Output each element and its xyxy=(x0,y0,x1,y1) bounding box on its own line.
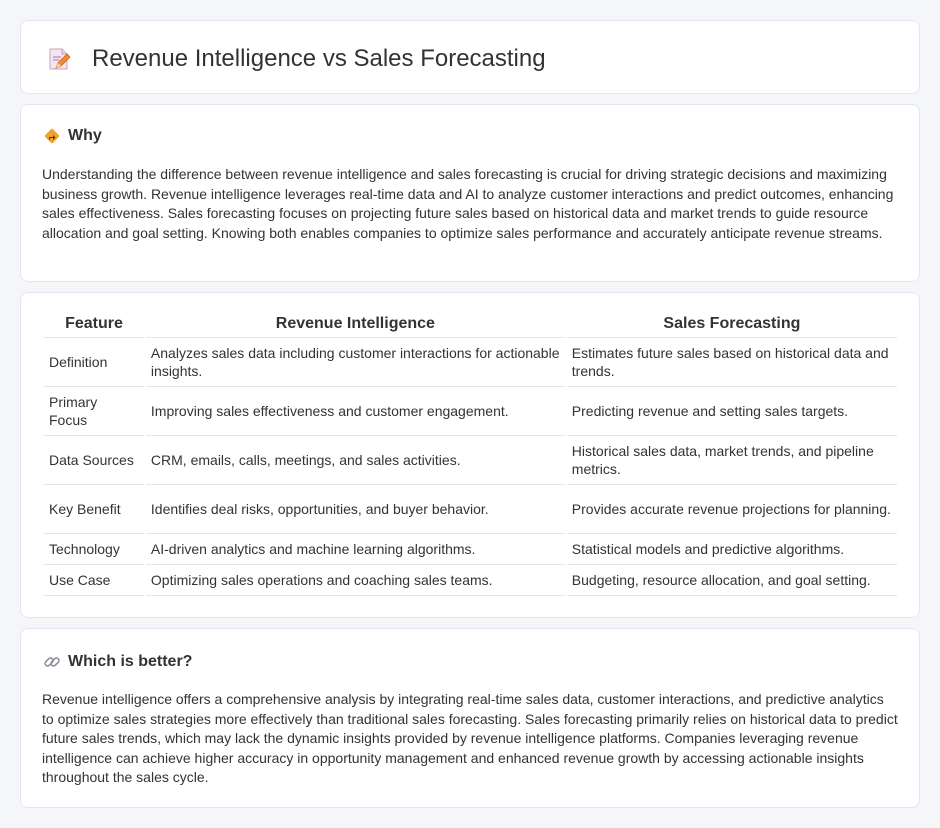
feature-cell: Primary Focus xyxy=(44,386,144,435)
why-section: Why Understanding the difference between… xyxy=(20,104,920,282)
why-heading: Why xyxy=(43,127,102,145)
revenue-intelligence-cell: AI-driven analytics and machine learning… xyxy=(145,533,565,564)
header-card: Revenue Intelligence vs Sales Forecastin… xyxy=(20,20,920,94)
revenue-intelligence-cell: Analyzes sales data including customer i… xyxy=(145,337,565,386)
which-is-better-section: Which is better? Revenue intelligence of… xyxy=(20,628,920,808)
better-title: Which is better? xyxy=(68,653,193,670)
table-row: Data Sources CRM, emails, calls, meeting… xyxy=(44,435,897,484)
why-text: Understanding the difference between rev… xyxy=(42,166,894,241)
table-row: Use Case Optimizing sales operations and… xyxy=(44,564,897,596)
link-icon xyxy=(43,653,61,671)
feature-cell: Data Sources xyxy=(44,435,144,484)
sales-forecasting-cell: Historical sales data, market trends, an… xyxy=(566,435,897,484)
sales-forecasting-cell: Predicting revenue and setting sales tar… xyxy=(566,386,897,435)
header-feature: Feature xyxy=(65,315,123,332)
table-row: Definition Analyzes sales data including… xyxy=(44,337,897,386)
feature-cell: Technology xyxy=(44,533,144,564)
revenue-intelligence-cell: Improving sales effectiveness and custom… xyxy=(145,386,565,435)
revenue-intelligence-cell: CRM, emails, calls, meetings, and sales … xyxy=(145,435,565,484)
page-title: Revenue Intelligence vs Sales Forecastin… xyxy=(92,45,546,72)
document-pencil-icon xyxy=(46,46,72,72)
table-row: Primary Focus Improving sales effectiven… xyxy=(44,386,897,435)
sales-forecasting-cell: Provides accurate revenue projections fo… xyxy=(566,484,897,533)
header-revenue-intelligence: Revenue Intelligence xyxy=(275,315,435,332)
better-text: Revenue intelligence offers a comprehens… xyxy=(42,691,898,786)
revenue-intelligence-cell: Identifies deal risks, opportunities, an… xyxy=(145,484,565,533)
better-heading: Which is better? xyxy=(43,653,192,671)
sales-forecasting-cell: Statistical models and predictive algori… xyxy=(566,533,897,564)
table-row: Technology AI-driven analytics and machi… xyxy=(44,533,897,564)
sales-forecasting-cell: Budgeting, resource allocation, and goal… xyxy=(566,564,897,596)
feature-cell: Key Benefit xyxy=(44,484,144,533)
feature-cell: Use Case xyxy=(44,564,144,596)
sales-forecasting-cell: Estimates future sales based on historic… xyxy=(566,337,897,386)
comparison-table: Feature Revenue Intelligence Sales Forec… xyxy=(42,315,899,596)
diamond-sign-icon xyxy=(43,127,61,145)
header-sales-forecasting: Sales Forecasting xyxy=(663,315,801,332)
revenue-intelligence-cell: Optimizing sales operations and coaching… xyxy=(145,564,565,596)
comparison-section: Feature Revenue Intelligence Sales Forec… xyxy=(20,292,920,618)
table-row: Key Benefit Identifies deal risks, oppor… xyxy=(44,484,897,533)
why-title: Why xyxy=(68,127,102,144)
feature-cell: Definition xyxy=(44,337,144,386)
table-header-row: Feature Revenue Intelligence Sales Forec… xyxy=(44,315,897,337)
